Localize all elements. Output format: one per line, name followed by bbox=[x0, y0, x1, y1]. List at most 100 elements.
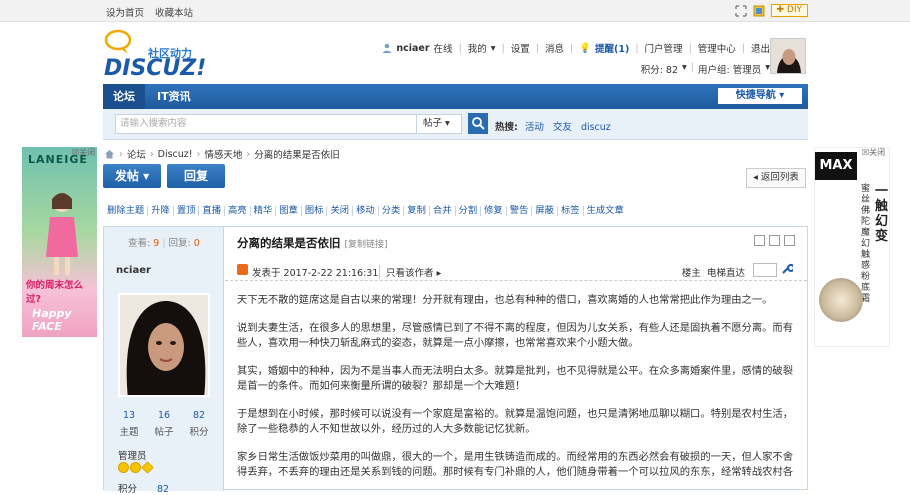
author-stat-posts[interactable]: 16 帖子 bbox=[147, 410, 181, 438]
post-author-name[interactable]: nciaer bbox=[116, 265, 151, 276]
mod-action-1[interactable]: 升降 bbox=[148, 206, 174, 216]
search-button[interactable] bbox=[468, 113, 488, 134]
mod-action-13[interactable]: 分割 bbox=[456, 206, 482, 216]
post-paragraph: 天下无不散的筵席这是自古以来的常理！分开就有理由，也总有种种的借口，喜欢离婚的人… bbox=[237, 294, 773, 306]
breadcrumb-item[interactable]: 论坛 bbox=[127, 147, 146, 161]
rank-star-icon bbox=[141, 461, 154, 474]
rank-stars bbox=[118, 461, 154, 474]
settings-link[interactable]: 设置 bbox=[511, 41, 530, 55]
quick-nav-button[interactable]: 快捷导航 ▾ bbox=[718, 88, 802, 104]
admin-center-link[interactable]: 管理中心 bbox=[698, 41, 736, 55]
avatar[interactable] bbox=[770, 38, 806, 74]
messages-link[interactable]: 消息 bbox=[545, 41, 564, 55]
logo-bubble-icon bbox=[104, 29, 132, 54]
left-ad[interactable]: LANEIGE 你的周末怎么过? Happy FACE bbox=[22, 147, 97, 337]
post-author-panel: 查看: 9 | 回复: 0 nciaer 13 主题 16 帖子 82 积分 管理员 … bbox=[104, 227, 224, 495]
new-post-button[interactable]: 发帖 ▾ bbox=[103, 164, 161, 188]
diy-button[interactable]: ✚ DIY bbox=[770, 4, 808, 17]
ad-figure-icon bbox=[46, 193, 78, 275]
mod-action-12[interactable]: 合并 bbox=[430, 206, 456, 216]
hot-search-item[interactable]: 交友 bbox=[553, 122, 572, 133]
hot-search: 热搜: 活动 交友 discuz bbox=[495, 122, 611, 133]
mod-action-5[interactable]: 精华 bbox=[251, 206, 277, 216]
mod-action-15[interactable]: 警告 bbox=[507, 206, 533, 216]
back-to-list-button[interactable]: ◂ 返回列表 bbox=[746, 168, 806, 188]
ad-close-left[interactable]: ☒关闭 bbox=[72, 147, 95, 158]
reply-button[interactable]: 回复 bbox=[167, 164, 225, 188]
author-points: 积分 82 bbox=[118, 484, 170, 495]
edit-wrench-icon[interactable] bbox=[781, 263, 793, 275]
post-body: 天下无不散的筵席这是自古以来的常理！分开就有理由，也总有种种的借口，喜欢离婚的人… bbox=[237, 293, 797, 493]
mod-action-16[interactable]: 屏蔽 bbox=[532, 206, 558, 216]
mod-action-8[interactable]: 关闭 bbox=[327, 206, 354, 216]
remind-link[interactable]: 提醒(1) bbox=[595, 41, 629, 55]
prev-thread-icon[interactable] bbox=[769, 235, 780, 246]
points-link[interactable]: 积分: 82 bbox=[641, 62, 678, 76]
username-link[interactable]: nciaer bbox=[396, 43, 429, 54]
search-type-select[interactable]: 帖子 ▾ bbox=[416, 114, 462, 134]
ad-close-right[interactable]: ☒关闭 bbox=[862, 147, 885, 158]
logout-link[interactable]: 退出 bbox=[751, 41, 770, 55]
hot-search-item[interactable]: discuz bbox=[581, 122, 611, 133]
mod-action-18[interactable]: 生成文章 bbox=[584, 206, 627, 216]
mod-action-2[interactable]: 置顶 bbox=[174, 206, 200, 216]
home-icon[interactable] bbox=[104, 149, 115, 159]
mod-action-14[interactable]: 修复 bbox=[481, 206, 507, 216]
chevron-down-icon: ▾ bbox=[490, 42, 496, 54]
author-avatar[interactable] bbox=[118, 293, 210, 397]
copy-link[interactable]: [复制链接] bbox=[345, 240, 388, 250]
mod-action-10[interactable]: 分类 bbox=[379, 206, 405, 216]
hot-search-item[interactable]: 活动 bbox=[525, 122, 544, 133]
author-stat-threads[interactable]: 13 主题 bbox=[112, 410, 146, 438]
user-bar-2: 积分: 82 ▾ | 用户组: 管理员 ▾ bbox=[640, 62, 770, 76]
floor-label: 楼主 电梯直达 bbox=[681, 268, 745, 279]
print-icon[interactable] bbox=[754, 235, 765, 246]
mod-action-6[interactable]: 图章 bbox=[276, 206, 302, 216]
ad-compact-image bbox=[819, 278, 863, 322]
post-tools bbox=[754, 235, 795, 246]
breadcrumb-item[interactable]: Discuz! bbox=[158, 149, 193, 160]
ad-slogan: 你的周末怎么过? bbox=[26, 280, 84, 305]
right-ad[interactable]: MAX 蜜丝佛陀魔幻触感粉底霜 一触幻变 bbox=[814, 147, 890, 347]
bulb-icon: 💡 bbox=[579, 42, 592, 54]
breadcrumb-item[interactable]: 分离的结果是否依旧 bbox=[254, 147, 340, 161]
style-icon[interactable] bbox=[753, 5, 765, 17]
my-menu[interactable]: 我的 bbox=[468, 41, 487, 55]
usergroup-link[interactable]: 用户组: 管理员 bbox=[698, 62, 761, 76]
search-icon bbox=[472, 117, 485, 130]
portal-admin-link[interactable]: 门户管理 bbox=[645, 41, 683, 55]
tab-forum[interactable]: 论坛 bbox=[103, 84, 145, 109]
fullscreen-icon[interactable] bbox=[734, 4, 747, 17]
post-date: 发表于 2017-2-22 21:16:31 bbox=[252, 268, 379, 279]
mod-action-0[interactable]: 删除主题 bbox=[104, 206, 149, 216]
only-author-link[interactable]: 只看该作者 ▸ bbox=[379, 265, 441, 279]
breadcrumb: › 论坛 › Discuz! › 情感天地 › 分离的结果是否依旧 bbox=[104, 147, 340, 161]
bookmark-link[interactable]: 收藏本站 bbox=[155, 8, 193, 19]
goto-floor-input[interactable] bbox=[753, 263, 777, 277]
mod-action-3[interactable]: 直播 bbox=[199, 206, 226, 216]
site-logo[interactable]: 社区动力 DISCUZ! bbox=[104, 29, 206, 81]
set-homepage-link[interactable]: 设为首页 bbox=[106, 8, 144, 19]
post-paragraph: 说到夫妻生活，在很多人的思想里，尽管感情已到了不得不离的程度，但因为儿女关系，有… bbox=[237, 322, 794, 349]
user-bar: nciaer 在线 | 我的 ▾ | 设置 | 消息 | 💡 提醒(1) | 门户… bbox=[382, 41, 770, 55]
main-nav: 论坛 IT资讯 快捷导航 ▾ bbox=[103, 84, 808, 109]
author-stat-points[interactable]: 82 积分 bbox=[182, 410, 216, 438]
chevron-down-icon: ▾ bbox=[682, 62, 687, 73]
breadcrumb-item[interactable]: 情感天地 bbox=[204, 147, 242, 161]
mod-action-4[interactable]: 高亮 bbox=[225, 206, 251, 216]
author-role[interactable]: 管理员 bbox=[118, 448, 147, 462]
search-input[interactable]: 请输入搜索内容 bbox=[115, 114, 417, 134]
post-paragraph: 其实，婚姻中的种种，因为不是当事人而无法明白太多。就算是批判，也不见得就是公平。… bbox=[237, 365, 794, 392]
search-bar: 请输入搜索内容 帖子 ▾ 热搜: 活动 交友 discuz bbox=[103, 109, 808, 140]
post-meta: 发表于 2017-2-22 21:16:31 只看该作者 ▸ 楼主 电梯直达 bbox=[225, 259, 807, 281]
rank-sun-icon bbox=[130, 462, 141, 473]
next-thread-icon[interactable] bbox=[784, 235, 795, 246]
tab-it-news[interactable]: IT资讯 bbox=[147, 84, 201, 109]
mod-action-17[interactable]: 标签 bbox=[558, 206, 584, 216]
mod-action-7[interactable]: 图标 bbox=[302, 206, 328, 216]
mod-action-11[interactable]: 复制 bbox=[404, 206, 430, 216]
mod-action-9[interactable]: 移动 bbox=[353, 206, 379, 216]
moderation-bar: 删除主题 升降 置顶 直播 高亮 精华 图章 图标 关闭 移动 分类 复制 合并 分割 修复 警告 屏蔽 标签 生成… bbox=[104, 206, 627, 216]
post: 查看: 9 | 回复: 0 nciaer 13 主题 16 帖子 82 积分 管理员 … bbox=[103, 226, 808, 495]
ad-headline: 一触幻变 bbox=[875, 184, 889, 244]
